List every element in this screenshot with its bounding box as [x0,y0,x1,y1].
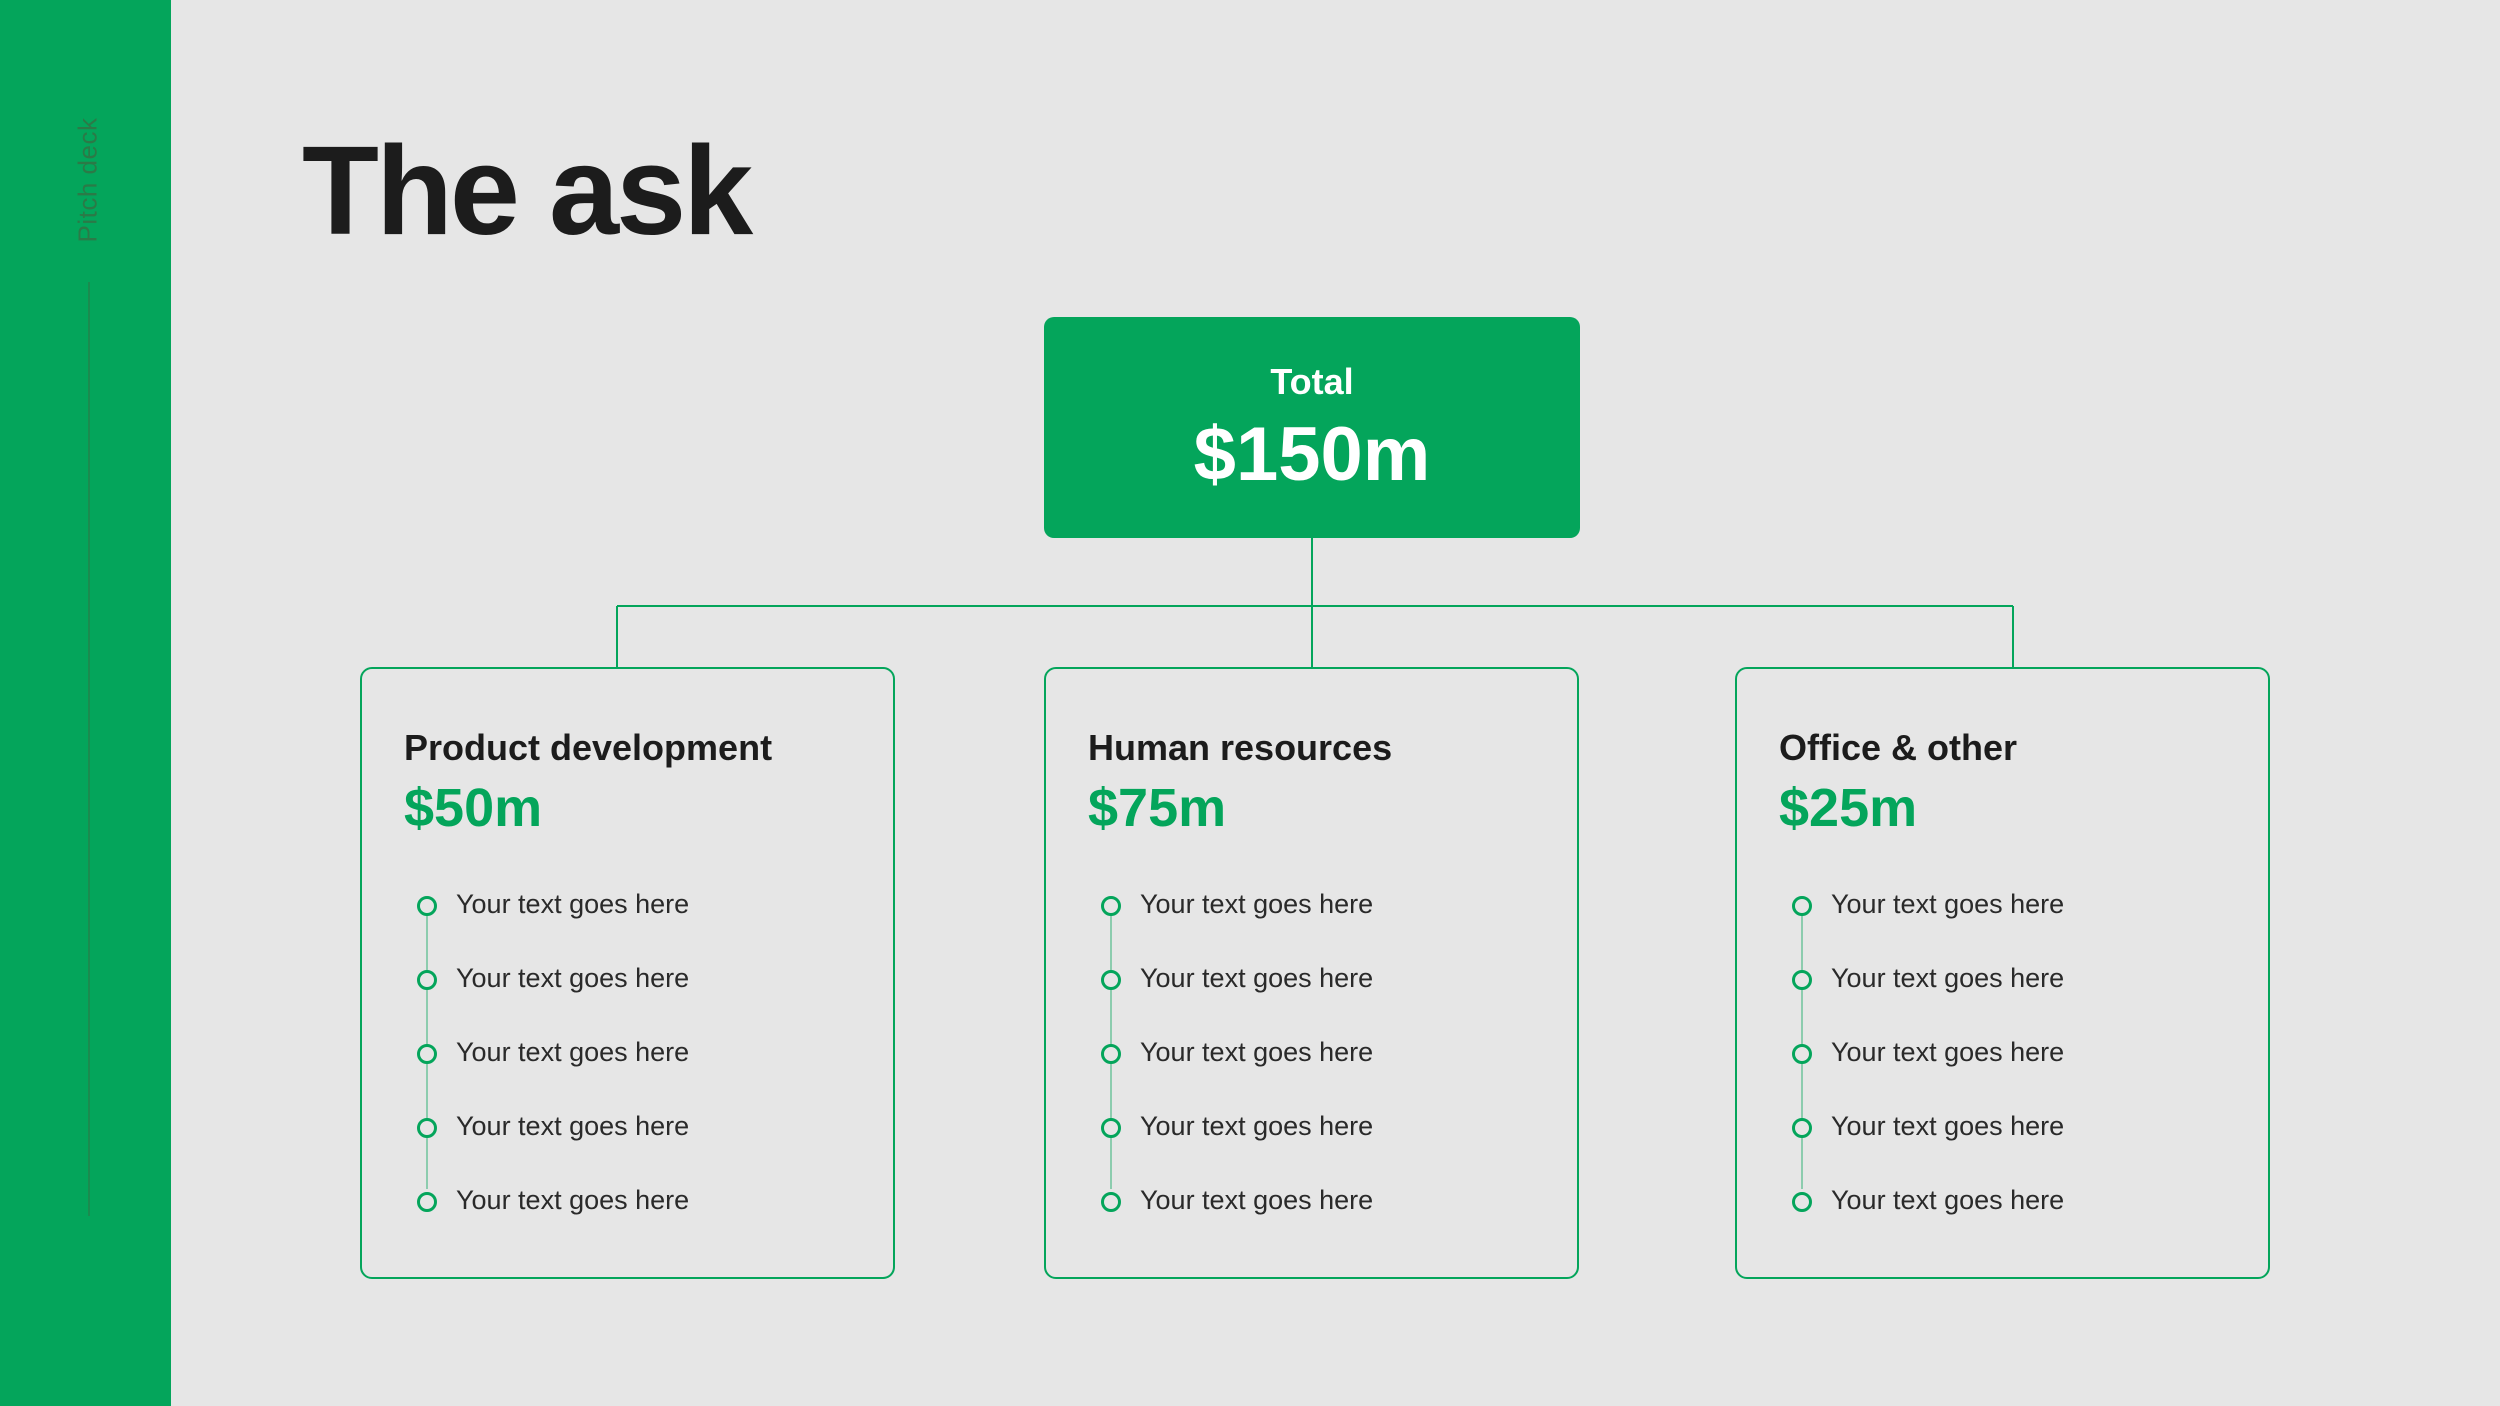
list-item: Your text goes here [1831,1037,2065,1067]
bullet-marker-icon [1101,970,1121,990]
total-value: $150m [1193,412,1431,497]
bullet-marker-icon [1792,1044,1812,1064]
bullet-marker-icon [1101,1118,1121,1138]
bullet-marker-icon [417,1118,437,1138]
bullet-marker-icon [1101,896,1121,916]
card-amount: $50m [404,778,543,838]
list-item: Your text goes here [456,1037,690,1067]
list-item: Your text goes here [1140,963,1374,993]
bullet-marker-icon [417,1192,437,1212]
bullet-marker-icon [417,896,437,916]
list-item: Your text goes here [1831,889,2065,919]
list-item: Your text goes here [456,963,690,993]
card-amount: $25m [1779,778,1918,838]
bullet-marker-icon [1792,970,1812,990]
bullet-marker-icon [1792,1118,1812,1138]
card-title: Product development [404,727,773,768]
bullet-marker-icon [1101,1044,1121,1064]
bullet-marker-icon [417,1044,437,1064]
list-item: Your text goes here [1140,1111,1374,1141]
card-amount: $75m [1088,778,1227,838]
bullet-marker-icon [417,970,437,990]
card-product-development: Product development $50m Your text goes … [360,667,895,1279]
list-item: Your text goes here [456,1111,690,1141]
card-office-other: Office & other $25m Your text goes here Y… [1735,667,2270,1279]
bullet-marker-icon [1792,896,1812,916]
total-label: Total [1270,361,1354,402]
list-item: Your text goes here [1831,1185,2065,1215]
card-title: Human resources [1088,727,1393,768]
bullet-marker-icon [1101,1192,1121,1212]
list-item: Your text goes here [456,889,690,919]
list-item: Your text goes here [1140,1185,1374,1215]
bullet-marker-icon [1792,1192,1812,1212]
card-title: Office & other [1779,727,2018,768]
total-box: Total $150m [1044,317,1580,538]
list-item: Your text goes here [1140,889,1374,919]
list-item: Your text goes here [456,1185,690,1215]
list-item: Your text goes here [1831,963,2065,993]
list-item: Your text goes here [1831,1111,2065,1141]
card-human-resources: Human resources $75m Your text goes here… [1044,667,1579,1279]
list-item: Your text goes here [1140,1037,1374,1067]
